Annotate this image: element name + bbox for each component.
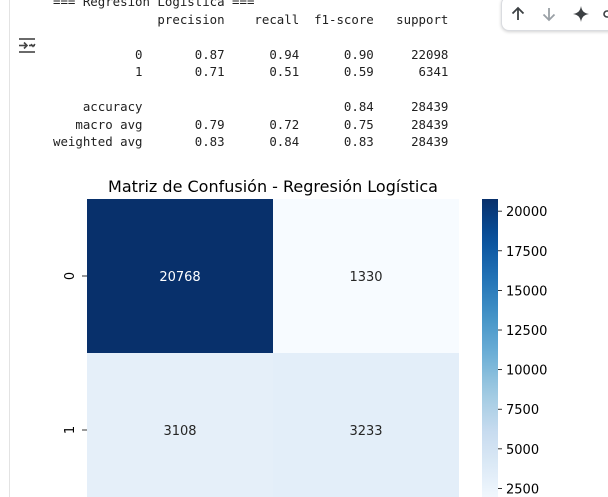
colorbar-tick-label: 17500 [506,245,547,260]
report-line: precision recall f1-score support [53,11,449,27]
report-line: accuracy 0.84 28439 [53,99,449,114]
output-toggle-icon[interactable] [16,36,40,56]
colorbar-tick-label: 15000 [506,284,547,299]
y-tick-label: 1 [63,426,78,434]
confusion-matrix-figure: Matriz de Confusión - Regresión Logístic… [0,168,608,497]
link-icon[interactable] [603,5,608,23]
report-line: macro avg 0.79 0.72 0.75 28439 [53,116,449,132]
report-line: weighted avg 0.83 0.84 0.83 28439 [53,134,449,149]
report-line: 1 0.71 0.51 0.59 6341 [53,64,449,79]
heatmap-cell-label: 1330 [349,270,382,285]
colorbar-tick-label: 2500 [506,482,539,497]
report-line: === Regresion Logistica === [53,0,255,9]
chart-title: Matriz de Confusión - Regresión Logístic… [108,177,438,196]
heatmap-cell-label: 3233 [349,424,382,439]
colorbar-tick-label: 12500 [506,324,547,339]
y-tick-label: 0 [63,272,78,280]
colorbar [482,199,498,497]
heatmap-cell-label: 20768 [159,270,200,285]
heatmap-chart: Matriz de Confusión - Regresión Logístic… [63,177,547,497]
classification-report: === Regresion Logistica === precision re… [53,0,448,151]
heatmap-cell-label: 3108 [163,424,196,439]
colorbar-tick-label: 7500 [506,403,539,418]
cell-toolbar [501,0,608,31]
colorbar-tick-label: 5000 [506,443,539,458]
arrow-down-icon[interactable] [540,5,558,23]
colorbar-tick-label: 20000 [506,205,547,220]
sparkle-icon[interactable] [572,5,590,23]
report-line: 0 0.87 0.94 0.90 22098 [53,46,449,62]
arrow-up-icon[interactable] [509,5,527,23]
colorbar-tick-label: 10000 [506,364,547,379]
